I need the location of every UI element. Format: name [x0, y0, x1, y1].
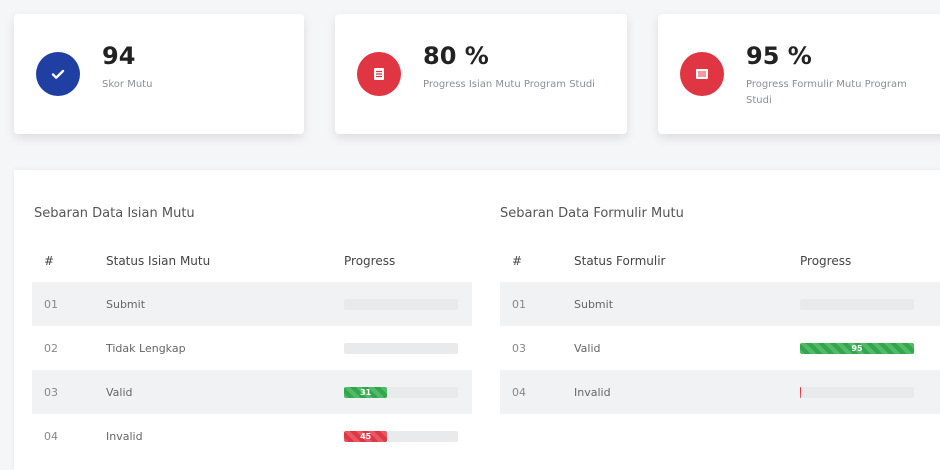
progress-bar-fill: 31: [344, 386, 388, 398]
header-status: Status Isian Mutu: [106, 254, 211, 268]
formulir-table: # Status Formulir Progress 01 Submit 03 Val…: [500, 240, 940, 414]
row-status: Submit: [106, 282, 344, 326]
progress-bar: [800, 386, 914, 398]
progress-bar: 95: [800, 342, 914, 354]
check-icon: [36, 52, 80, 96]
progress-bar-fill: 45: [344, 430, 388, 442]
row-progress-cell: [800, 282, 940, 326]
row-progress-cell: [344, 326, 472, 370]
table-row: 03 Valid 31: [32, 370, 472, 414]
row-status: Tidak Lengkap: [106, 341, 186, 355]
stat-card-progress-isian: 80 % Progress Isian Mutu Program Studi: [335, 14, 627, 134]
stat-label: Progress Formulir Mutu Program Studi: [746, 79, 907, 106]
document-list-icon: [357, 52, 401, 96]
row-progress-cell: 31: [344, 370, 472, 414]
row-progress-cell: 45: [344, 414, 472, 458]
table-header-row: # Status Formulir Progress: [500, 240, 940, 282]
progress-bar: [800, 298, 914, 310]
header-status: Status Formulir: [574, 254, 666, 268]
progress-bar: 45: [344, 430, 458, 442]
header-num: #: [512, 254, 523, 268]
progress-bar-fill: [800, 386, 802, 398]
stat-label: Progress Isian Mutu Program Studi: [423, 79, 595, 90]
table-row: 02 Tidak Lengkap: [32, 326, 472, 370]
header-progress: Progress: [344, 254, 396, 268]
table-row: 04 Invalid 45: [32, 414, 472, 458]
formulir-section-title: Sebaran Data Formulir Mutu: [500, 206, 684, 221]
distribution-panel: Sebaran Data Isian Mutu # Status Isian M…: [14, 170, 940, 470]
progress-bar-fill: 95: [800, 342, 914, 354]
table-row: 03 Valid 95: [500, 326, 940, 370]
row-progress-cell: [800, 370, 940, 414]
row-number: 04: [500, 370, 574, 414]
stat-card-skor: 94 Skor Mutu: [14, 14, 304, 134]
row-status: Invalid: [574, 370, 800, 414]
row-number: 03: [32, 370, 106, 414]
row-progress-cell: [344, 282, 472, 326]
stat-label: Skor Mutu: [102, 79, 153, 90]
row-status: Submit: [574, 282, 800, 326]
progress-bar: 31: [344, 386, 458, 398]
row-number: 02: [44, 341, 58, 355]
row-progress-cell: 95: [800, 326, 940, 370]
row-number: 04: [44, 429, 58, 443]
stat-value: 80 %: [423, 42, 489, 70]
form-icon: [680, 52, 724, 96]
progress-bar: [344, 298, 458, 310]
row-status: Valid: [106, 370, 344, 414]
table-row: 04 Invalid: [500, 370, 940, 414]
header-num: #: [44, 254, 55, 268]
stat-value: 94: [102, 42, 136, 70]
row-status: Valid: [574, 341, 601, 355]
row-status: Invalid: [106, 429, 143, 443]
stat-card-progress-formulir: 95 % Progress Formulir Mutu Program Stud…: [658, 14, 940, 134]
table-header-row: # Status Isian Mutu Progress: [32, 240, 472, 282]
row-number: 03: [512, 341, 526, 355]
isian-table: # Status Isian Mutu Progress 01 Submit 02 T…: [32, 240, 472, 458]
row-number: 01: [500, 282, 574, 326]
progress-bar: [344, 342, 458, 354]
stat-value: 95 %: [746, 42, 812, 70]
table-row: 01 Submit: [32, 282, 472, 326]
row-number: 01: [32, 282, 106, 326]
isian-section-title: Sebaran Data Isian Mutu: [34, 206, 195, 221]
header-progress: Progress: [800, 254, 852, 268]
table-row: 01 Submit: [500, 282, 940, 326]
